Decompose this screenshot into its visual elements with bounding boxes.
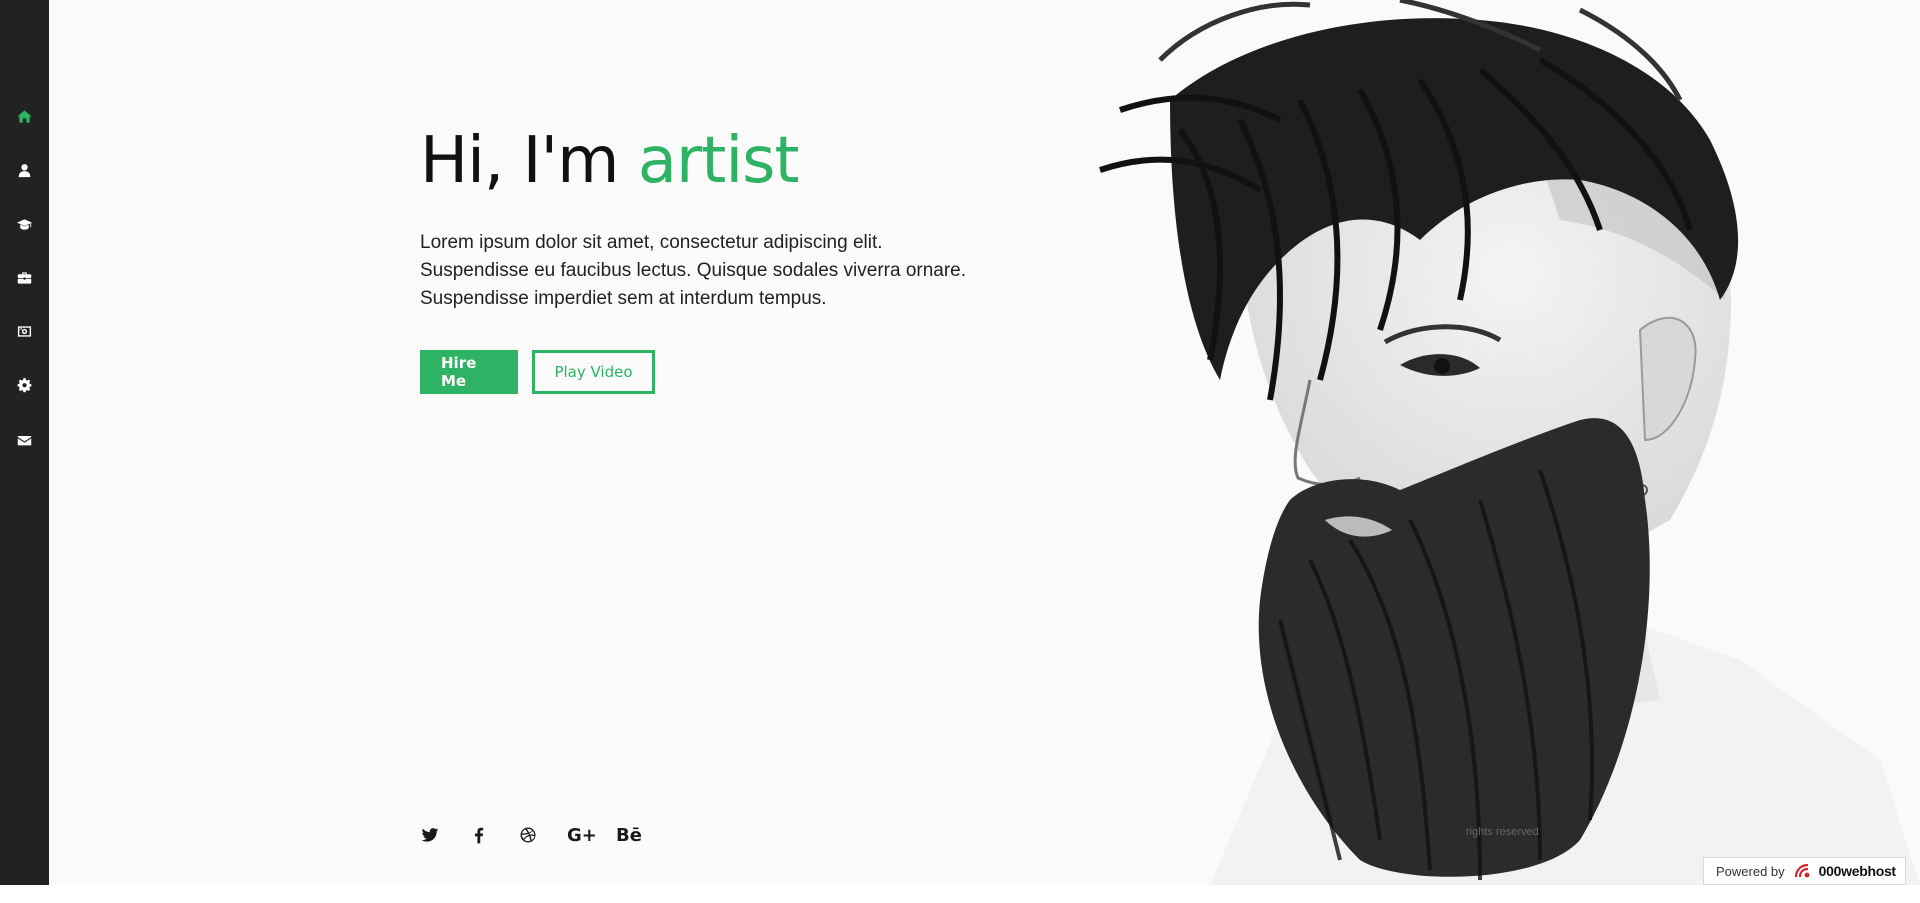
graduation-cap-icon [17,218,32,230]
behance-icon: Bē [616,824,642,846]
powered-by-label: Powered by [1716,863,1785,879]
sidebar-nav [0,0,49,885]
gear-icon [17,377,32,392]
headline-highlight: artist [637,124,800,198]
nav-item-portfolio[interactable] [0,320,49,342]
webhost-brand-name: 000webhost [1818,863,1896,879]
headline-greeting: Hi, I'm [420,124,619,198]
google-plus-link[interactable]: G+ [567,823,616,847]
powered-by-badge[interactable]: Powered by 000webhost [1703,857,1906,885]
copyright-text: rights reserved [1466,826,1539,838]
hero-section: Hi, I'm artist Lorem ipsum dolor sit ame… [420,120,1020,394]
nav-item-education[interactable] [0,213,49,235]
home-icon [17,109,32,123]
nav-item-experience[interactable] [0,266,49,288]
dribbble-icon [520,827,536,843]
webhost-logo-icon [1794,863,1810,878]
play-video-button[interactable]: Play Video [532,350,655,394]
hero-intro-text: Lorem ipsum dolor sit amet, consectetur … [420,232,967,309]
social-links: G+ Bē [420,823,665,847]
nav-item-home[interactable] [0,105,49,127]
hero-portrait [980,0,1920,885]
behance-link[interactable]: Bē [616,823,665,847]
google-plus-icon: G+ [567,824,597,846]
envelope-icon [17,435,32,445]
facebook-icon [475,827,484,844]
bottom-strip [0,885,1920,903]
portfolio-image-icon [17,325,32,337]
nav-item-services[interactable] [0,374,49,396]
hero-headline: Hi, I'm artist [420,120,1020,202]
briefcase-icon [17,271,32,284]
twitter-icon [421,828,439,842]
hero-buttons: Hire Me Play Video [420,350,655,394]
facebook-link[interactable] [469,823,518,847]
nav-item-about[interactable] [0,159,49,181]
twitter-link[interactable] [420,823,469,847]
hire-me-button[interactable]: Hire Me [420,350,518,394]
bearded-man-portrait [980,0,1920,885]
dribbble-link[interactable] [518,823,567,847]
nav-item-contact[interactable] [0,429,49,451]
user-icon [18,163,31,177]
